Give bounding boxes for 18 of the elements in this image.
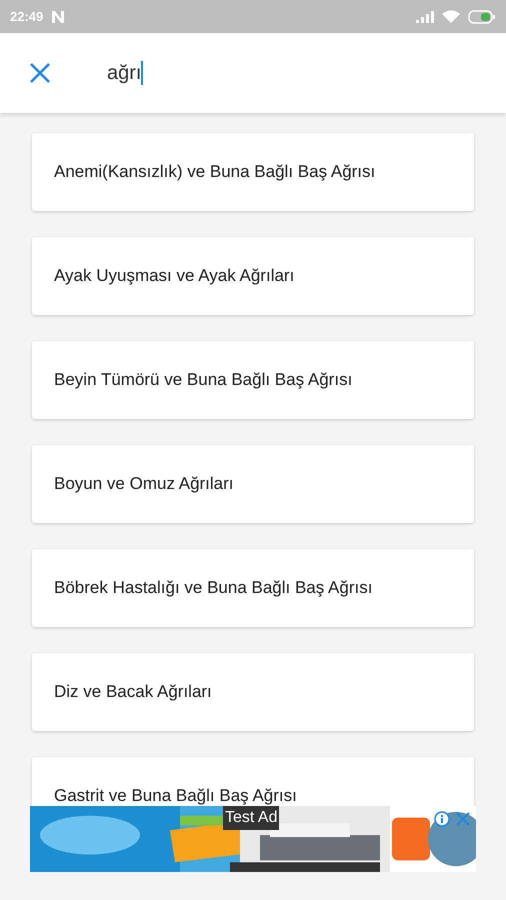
result-card[interactable]: Ayak Uyuşması ve Ayak Ağrıları xyxy=(32,237,474,315)
result-card[interactable]: Diz ve Bacak Ağrıları xyxy=(32,653,474,731)
result-card[interactable]: Beyin Tümörü ve Buna Bağlı Baş Ağrısı xyxy=(32,341,474,419)
notification-icon xyxy=(51,10,66,24)
info-icon[interactable] xyxy=(434,811,450,827)
result-card[interactable]: Boyun ve Omuz Ağrıları xyxy=(32,445,474,523)
result-card[interactable]: Anemi(Kansızlık) ve Buna Bağlı Baş Ağrısı xyxy=(32,133,474,211)
signal-icon xyxy=(416,10,434,22)
ad-label: Test Ad xyxy=(223,806,280,830)
search-field[interactable]: ağrı xyxy=(107,58,144,88)
battery-icon xyxy=(468,10,496,24)
result-card[interactable]: Böbrek Hastalığı ve Buna Bağlı Baş Ağrısı xyxy=(32,549,474,627)
ad-banner[interactable]: Test Ad xyxy=(30,806,476,872)
clock: 22:49 xyxy=(10,8,44,26)
wifi-icon xyxy=(442,10,460,24)
result-card[interactable]: Gastrit ve Buna Bağlı Baş Ağrısı xyxy=(32,757,474,806)
close-icon xyxy=(29,62,51,84)
close-icon[interactable] xyxy=(455,811,471,827)
